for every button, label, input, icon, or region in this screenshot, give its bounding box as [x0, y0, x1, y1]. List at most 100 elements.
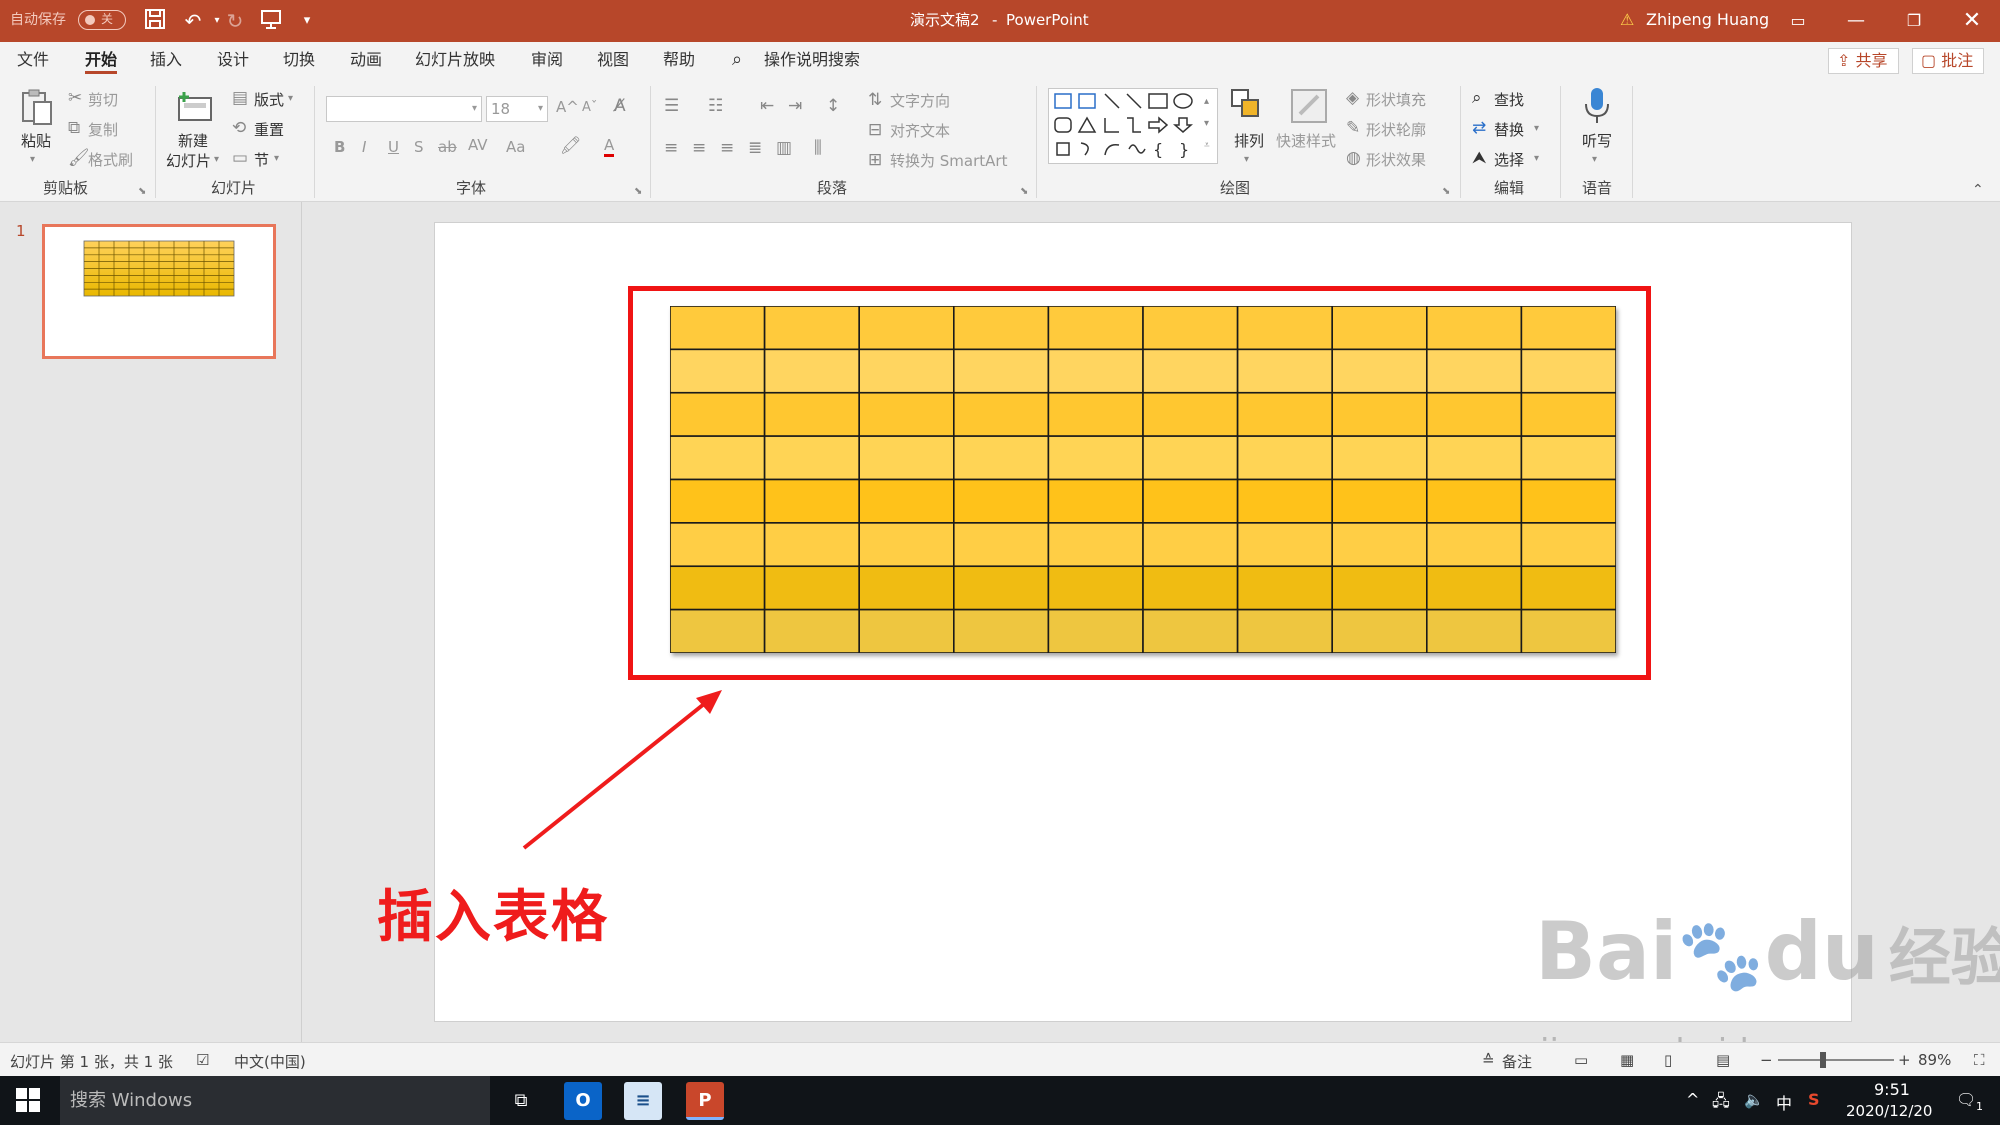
- table-cell[interactable]: [1142, 608, 1239, 654]
- table-cell[interactable]: [1425, 435, 1523, 481]
- shadow-button[interactable]: S: [414, 138, 424, 156]
- reset-button[interactable]: 重置: [254, 119, 284, 140]
- table-cell[interactable]: [669, 522, 766, 568]
- table-cell[interactable]: [1520, 565, 1617, 611]
- slide-table[interactable]: [669, 305, 1617, 654]
- table-cell[interactable]: [1331, 391, 1428, 437]
- columns-icon[interactable]: ⫼: [814, 138, 822, 158]
- copy-button[interactable]: 复制: [88, 119, 118, 140]
- table-cell[interactable]: [1236, 565, 1333, 611]
- language[interactable]: 中文(中国): [234, 1051, 306, 1072]
- new-slide-line2[interactable]: 幻灯片: [166, 150, 211, 171]
- table-cell[interactable]: [1520, 391, 1617, 437]
- table-cell[interactable]: [952, 305, 1050, 351]
- table-cell[interactable]: [952, 565, 1050, 611]
- ribbon-display-icon[interactable]: ▭: [1768, 0, 1828, 42]
- strikethrough-button[interactable]: ab: [438, 138, 457, 156]
- powerpoint-app-icon[interactable]: P: [686, 1082, 724, 1120]
- present-icon[interactable]: [258, 8, 284, 34]
- new-slide-dropdown-icon[interactable]: ▾: [214, 150, 219, 170]
- arrange-icon[interactable]: [1230, 88, 1264, 122]
- tab-design[interactable]: 设计: [217, 42, 249, 78]
- clock-time[interactable]: 9:51: [1874, 1080, 1910, 1099]
- table-cell[interactable]: [1236, 478, 1333, 524]
- table-cell[interactable]: [858, 608, 955, 654]
- save-icon[interactable]: [142, 8, 168, 34]
- collapse-ribbon-icon[interactable]: ⌃: [1972, 180, 1984, 200]
- notes-button[interactable]: 备注: [1502, 1051, 1532, 1072]
- slideshow-view-icon[interactable]: ▤: [1716, 1051, 1730, 1069]
- microphone-icon[interactable]: [1582, 86, 1612, 126]
- dictate-button[interactable]: 听写: [1582, 130, 1612, 151]
- table-cell[interactable]: [1047, 305, 1144, 351]
- select-dropdown-icon[interactable]: ▾: [1534, 149, 1539, 169]
- font-dropdown-icon[interactable]: ▾: [472, 97, 477, 121]
- table-cell[interactable]: [1236, 435, 1333, 481]
- shapes-scroll-up-icon[interactable]: ▴: [1204, 92, 1209, 112]
- justify-icon[interactable]: ≣: [748, 138, 762, 158]
- select-button[interactable]: 选择: [1494, 149, 1524, 170]
- table-cell[interactable]: [1047, 478, 1144, 524]
- table-cell[interactable]: [1142, 348, 1239, 394]
- table-cell[interactable]: [669, 305, 766, 351]
- table-cell[interactable]: [1520, 435, 1617, 481]
- numbering-icon[interactable]: ☷: [708, 96, 723, 116]
- table-cell[interactable]: [1142, 522, 1239, 568]
- paste-button[interactable]: 粘贴: [21, 130, 51, 151]
- align-center-icon[interactable]: ≡: [692, 138, 706, 158]
- zoom-level[interactable]: 89%: [1918, 1051, 1951, 1069]
- format-painter-button[interactable]: 格式刷: [88, 149, 133, 170]
- font-name-combo[interactable]: ▾: [326, 96, 482, 122]
- table-cell[interactable]: [1047, 522, 1144, 568]
- clock-date[interactable]: 2020/12/20: [1846, 1102, 1932, 1120]
- quick-styles-button[interactable]: 快速样式: [1276, 130, 1336, 151]
- undo-icon[interactable]: ↶: [180, 8, 206, 34]
- quick-styles-icon[interactable]: [1290, 88, 1328, 124]
- tab-file[interactable]: 文件: [17, 42, 49, 78]
- table-cell[interactable]: [763, 608, 860, 654]
- shapes-more-icon[interactable]: ⩡: [1204, 136, 1210, 156]
- tab-slideshow[interactable]: 幻灯片放映: [415, 42, 495, 78]
- table-cell[interactable]: [1142, 478, 1239, 524]
- zoom-slider-thumb[interactable]: [1820, 1052, 1826, 1068]
- table-cell[interactable]: [1047, 348, 1144, 394]
- smartart-button[interactable]: 转换为 SmartArt: [890, 150, 1007, 171]
- char-spacing-button[interactable]: AV: [468, 136, 488, 154]
- tab-transitions[interactable]: 切换: [283, 42, 315, 78]
- text-direction-button[interactable]: 文字方向: [890, 90, 950, 111]
- new-slide-line1[interactable]: 新建: [178, 130, 208, 151]
- arrange-dropdown-icon[interactable]: ▾: [1244, 150, 1249, 170]
- zoom-in-icon[interactable]: +: [1898, 1051, 1911, 1069]
- table-cell[interactable]: [858, 391, 955, 437]
- table-cell[interactable]: [1047, 391, 1144, 437]
- tell-me-search[interactable]: 操作说明搜索: [764, 42, 860, 78]
- replace-dropdown-icon[interactable]: ▾: [1534, 119, 1539, 139]
- notepad-app-icon[interactable]: ≡: [624, 1082, 662, 1120]
- table-cell[interactable]: [1331, 305, 1428, 351]
- grow-font-button[interactable]: A^: [556, 98, 579, 116]
- clipboard-launcher-icon[interactable]: ⬊: [138, 182, 146, 202]
- layout-button[interactable]: 版式: [254, 89, 284, 110]
- table-cell[interactable]: [1520, 522, 1617, 568]
- table-cell[interactable]: [1425, 348, 1523, 394]
- align-right-icon[interactable]: ≡: [720, 138, 734, 158]
- restore-icon[interactable]: ❐: [1884, 0, 1944, 42]
- font-launcher-icon[interactable]: ⬊: [634, 182, 642, 202]
- change-case-button[interactable]: Aa: [506, 138, 525, 156]
- table-cell[interactable]: [1425, 478, 1523, 524]
- table-cell[interactable]: [1520, 305, 1617, 351]
- table-cell[interactable]: [1425, 522, 1523, 568]
- tray-expand-icon[interactable]: ^: [1686, 1090, 1699, 1109]
- close-icon[interactable]: ✕: [1942, 0, 2000, 42]
- font-size-combo[interactable]: 18 ▾: [486, 96, 548, 122]
- table-cell[interactable]: [952, 522, 1050, 568]
- table-cell[interactable]: [1331, 435, 1428, 481]
- tab-animations[interactable]: 动画: [350, 42, 382, 78]
- table-cell[interactable]: [1142, 435, 1239, 481]
- italic-button[interactable]: I: [362, 138, 366, 156]
- distributed-icon[interactable]: ▥: [776, 138, 792, 158]
- table-cell[interactable]: [1425, 608, 1523, 654]
- paste-icon[interactable]: [20, 88, 54, 126]
- table-cell[interactable]: [1047, 435, 1144, 481]
- tab-review[interactable]: 审阅: [531, 42, 563, 78]
